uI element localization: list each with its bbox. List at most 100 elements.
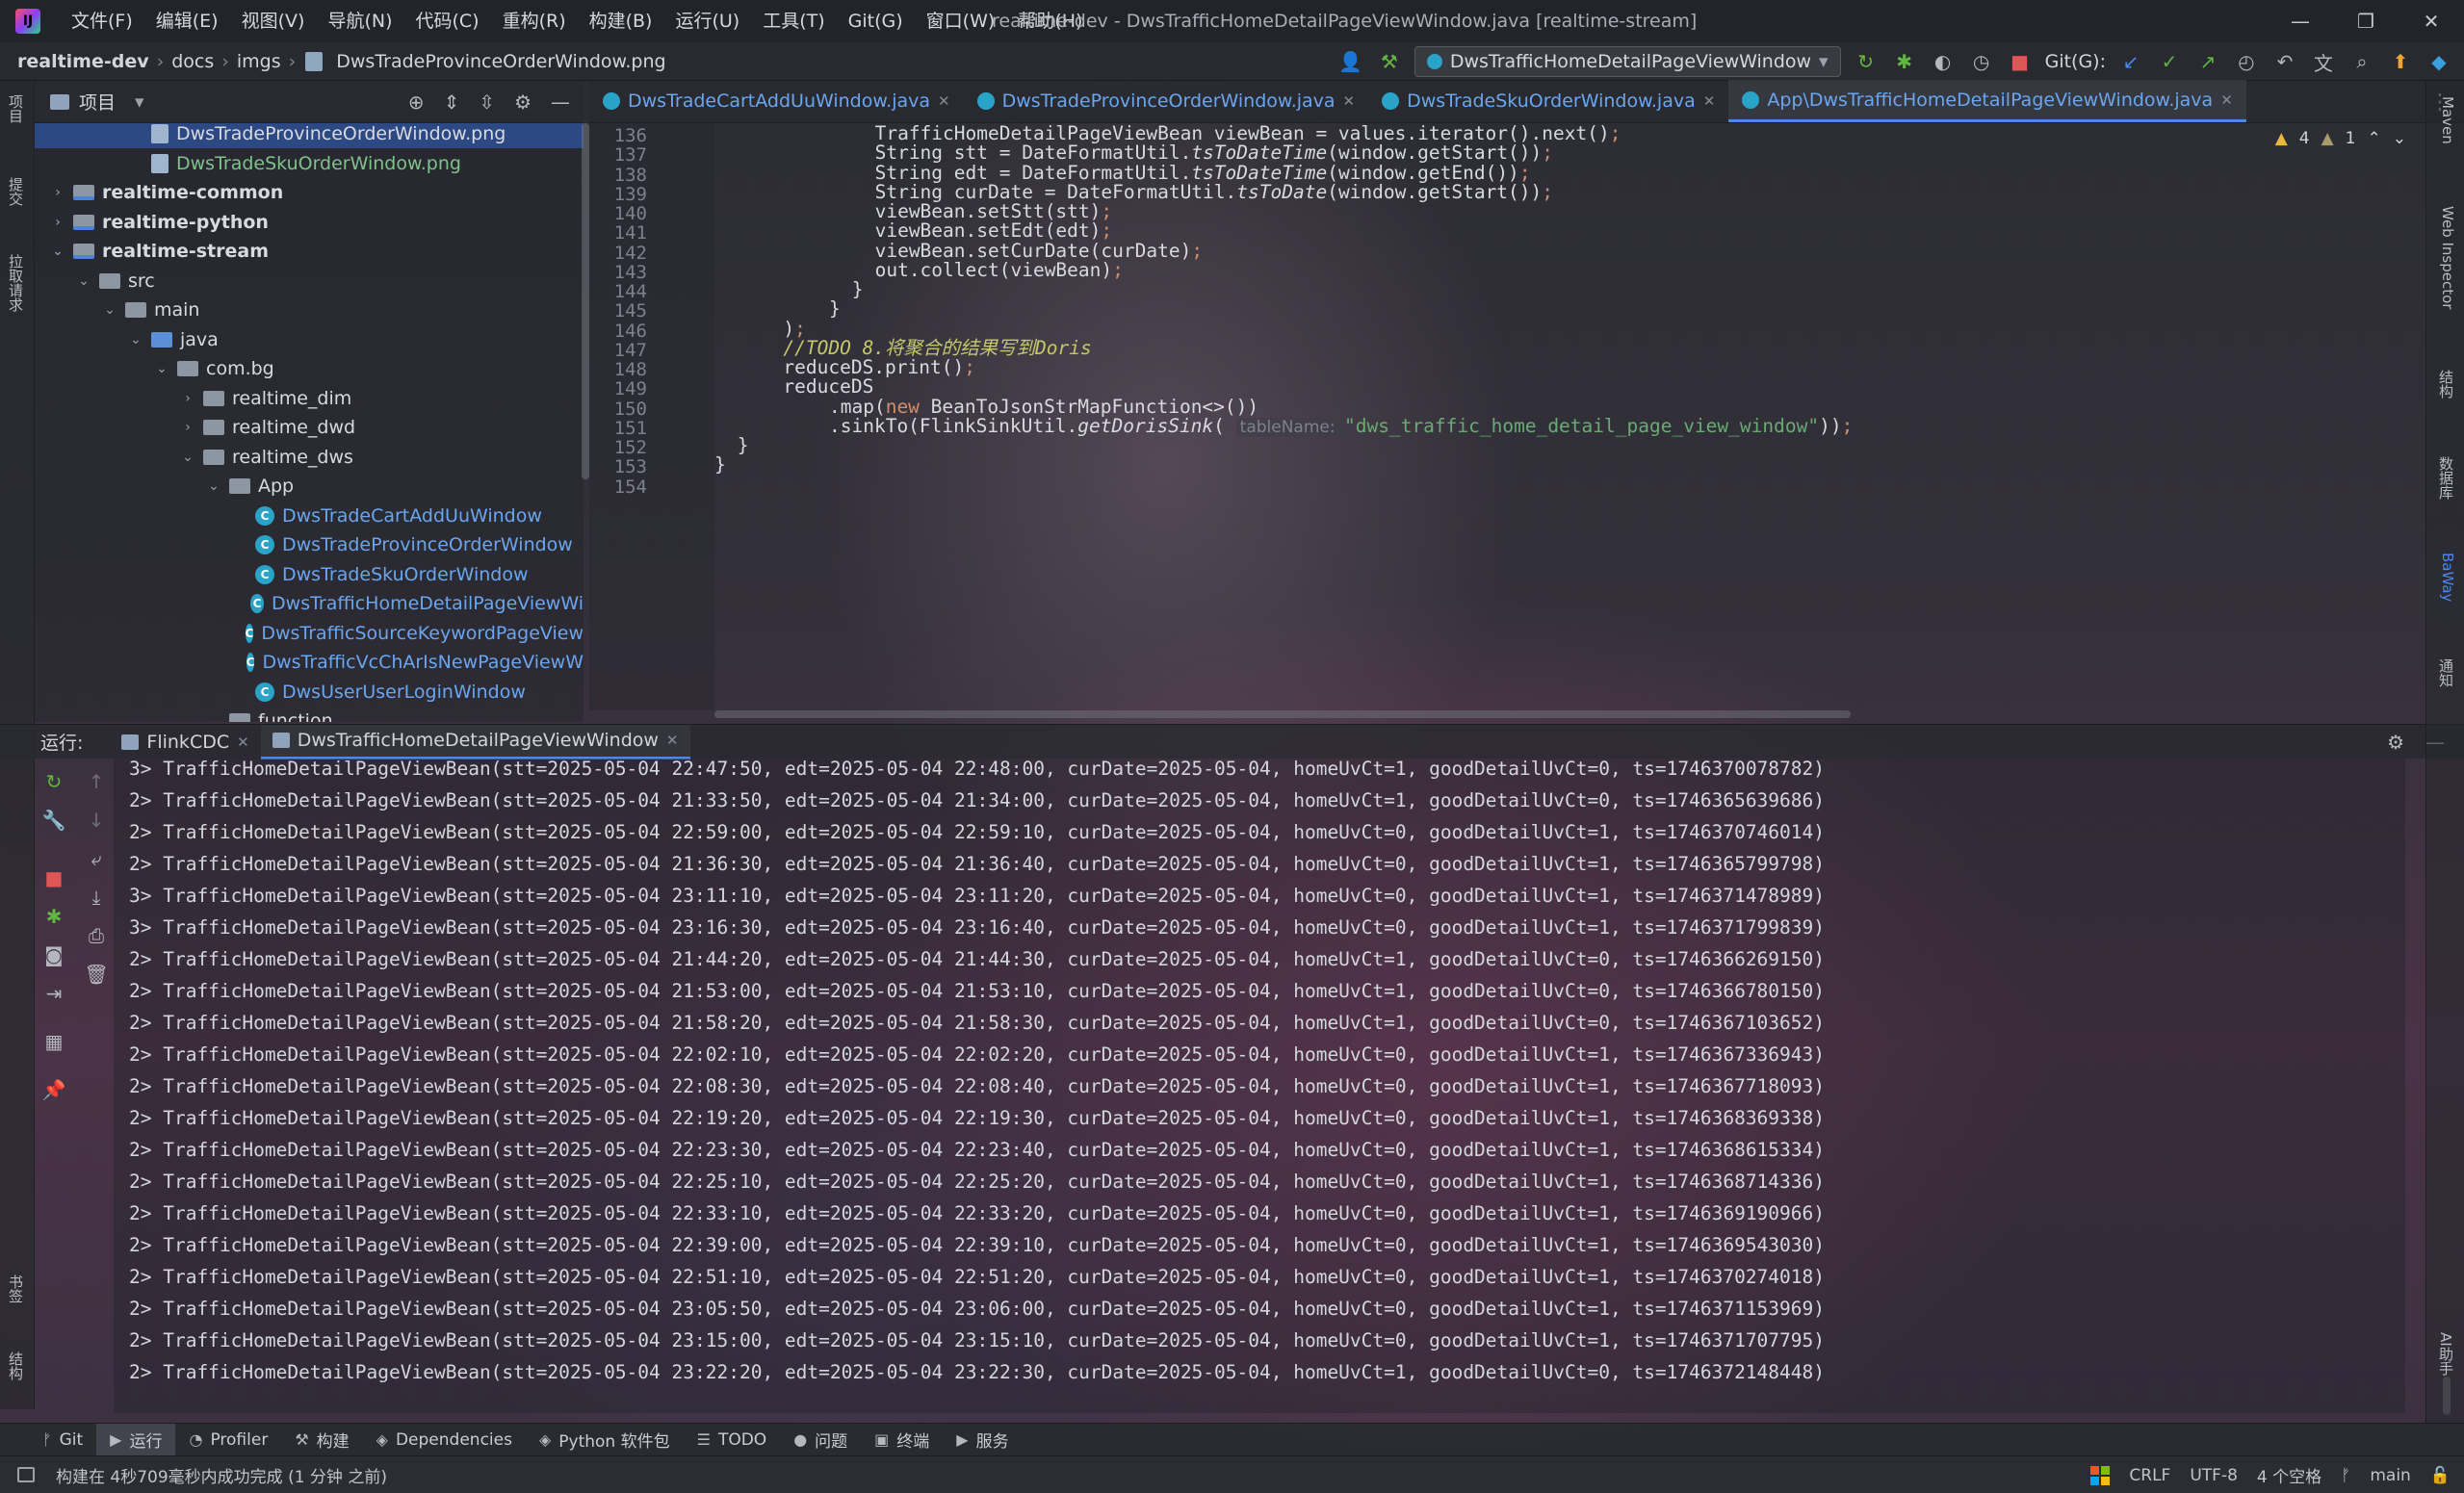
breadcrumb-project[interactable]: realtime-dev — [0, 51, 157, 72]
menu-item[interactable]: 视图(V) — [230, 0, 317, 42]
wrench-icon[interactable]: 🔧 — [42, 809, 66, 832]
tree-node[interactable]: › realtime_dim — [35, 384, 584, 413]
translate-icon[interactable]: 文 — [2310, 48, 2337, 75]
run-console[interactable]: 3> TrafficHomeDetailPageViewBean(stt=202… — [114, 759, 2405, 1413]
status-layout-icon[interactable] — [17, 1467, 35, 1482]
tree-node[interactable]: C DwsTrafficVcChArIsNewPageViewW — [35, 648, 584, 677]
strip-ai-assistant[interactable]: AI助手 — [2436, 1332, 2456, 1376]
line-separator[interactable]: CRLF — [2129, 1466, 2170, 1485]
tree-node[interactable]: ⌄ function — [35, 707, 584, 722]
tool-window-dependencies[interactable]: ◈ Dependencies — [363, 1424, 526, 1456]
chevron-down-icon[interactable]: ▾ — [135, 91, 144, 113]
chevron-down-icon[interactable]: ⌄ — [180, 450, 195, 465]
tree-node[interactable]: C DwsUserUserLoginWindow — [35, 678, 584, 707]
lock-icon[interactable]: 🔓 — [2430, 1466, 2451, 1485]
locate-icon[interactable]: ⊕ — [408, 90, 425, 114]
editor-tab[interactable]: App\DwsTrafficHomeDetailPageViewWindow.j… — [1728, 80, 2246, 122]
jetbrains-ai-icon[interactable]: ◆ — [2425, 48, 2452, 75]
strip-maven[interactable]: Maven — [2439, 96, 2456, 144]
inspection-widget[interactable]: ▲ 4 ▲ 1 ⌃ ⌄ — [2275, 129, 2406, 148]
menu-item[interactable]: 代码(C) — [403, 0, 490, 42]
close-tab-icon[interactable]: ✕ — [1343, 92, 1356, 110]
tree-node[interactable]: › realtime-common — [35, 178, 584, 207]
menu-item[interactable]: 文件(F) — [60, 0, 144, 42]
menu-item[interactable]: Git(G) — [837, 0, 915, 42]
tree-node[interactable]: C DwsTradeSkuOrderWindow — [35, 560, 584, 589]
strip-structure[interactable]: 结构 — [2436, 370, 2456, 399]
tree-node[interactable]: C DwsTrafficSourceKeywordPageView — [35, 619, 584, 648]
menu-item[interactable]: 编辑(E) — [144, 0, 230, 42]
arrow-up-icon[interactable]: ↑ — [85, 770, 108, 793]
editor-horizontal-scrollbar[interactable] — [714, 710, 1851, 718]
tree-node[interactable]: ⌄ App — [35, 472, 584, 501]
run-tab[interactable]: FlinkCDC ✕ — [110, 725, 260, 759]
exit-icon[interactable]: ⇥ — [42, 982, 65, 1005]
chevron-down-icon[interactable]: ⌄ — [206, 713, 221, 722]
tree-node[interactable]: ⌄ com.bg — [35, 354, 584, 383]
tool-window-profiler[interactable]: ◔ Profiler — [175, 1424, 281, 1456]
project-panel-title[interactable]: 项目 — [79, 89, 116, 115]
close-window-icon[interactable]: ✕ — [2399, 0, 2464, 42]
layout-icon[interactable]: ▦ — [42, 1030, 65, 1053]
arrow-down-icon[interactable]: ↓ — [85, 809, 108, 832]
strip-pull-requests[interactable]: 拉取请求 — [6, 254, 26, 312]
user-icon[interactable]: 👤 — [1337, 48, 1364, 75]
chevron-down-icon[interactable]: ⌄ — [128, 332, 143, 348]
rollback-icon[interactable]: ↶ — [2271, 48, 2298, 75]
close-tab-icon[interactable]: ✕ — [666, 732, 679, 749]
menu-item[interactable]: 构建(B) — [578, 0, 664, 42]
debug-icon[interactable]: ✱ — [1891, 48, 1918, 75]
tool-window-run[interactable]: ▶ 运行 — [96, 1423, 176, 1456]
menu-item[interactable]: 导航(N) — [316, 0, 403, 42]
status-message[interactable]: 构建在 4秒709毫秒内成功完成 (1 分钟 之前) — [56, 1463, 387, 1487]
tree-node[interactable]: C DwsTradeProvinceOrderWindow — [35, 530, 584, 559]
hide-icon[interactable]: — — [551, 90, 570, 114]
coverage-icon[interactable]: ◐ — [1930, 48, 1957, 75]
tree-node[interactable]: C DwsTradeCartAddUuWindow — [35, 502, 584, 530]
tool-window-hammer[interactable]: ⚒ 构建 — [281, 1424, 362, 1456]
close-tab-icon[interactable]: ✕ — [237, 734, 249, 751]
file-encoding[interactable]: UTF-8 — [2190, 1466, 2238, 1485]
debug-icon[interactable]: ✱ — [42, 905, 65, 928]
history-icon[interactable]: ◴ — [2233, 48, 2260, 75]
editor-tab[interactable]: DwsTradeCartAddUuWindow.java ✕ — [589, 80, 964, 122]
tree-node[interactable]: ⌄ realtime_dws — [35, 443, 584, 472]
tree-node[interactable]: ⌄ java — [35, 325, 584, 354]
chevron-right-icon[interactable]: › — [50, 215, 65, 230]
tool-window-python-packages[interactable]: ◈ Python 软件包 — [526, 1424, 684, 1456]
editor-tab[interactable]: DwsTradeProvinceOrderWindow.java ✕ — [964, 80, 1369, 122]
editor-tab[interactable]: DwsTradeSkuOrderWindow.java ✕ — [1368, 80, 1728, 122]
soft-wrap-icon[interactable]: ⤶ — [85, 847, 108, 870]
restore-icon[interactable]: ❐ — [2333, 0, 2399, 42]
tree-node[interactable]: › realtime-python — [35, 208, 584, 237]
breadcrumb-file[interactable]: DwsTradeProvinceOrderWindow.png — [328, 51, 673, 72]
tree-node[interactable]: ⌄ src — [35, 267, 584, 296]
pin-icon[interactable]: 📌 — [42, 1078, 66, 1101]
run-configuration-select[interactable]: DwsTrafficHomeDetailPageViewWindow ▾ — [1414, 46, 1841, 77]
collapse-all-icon[interactable]: ⇳ — [479, 90, 495, 114]
close-tab-icon[interactable]: ✕ — [1703, 92, 1716, 110]
tool-window-problems[interactable]: ● 问题 — [780, 1424, 861, 1456]
rerun-icon[interactable]: ↻ — [42, 770, 65, 793]
chevron-down-icon[interactable]: ⌄ — [2393, 129, 2406, 148]
breadcrumb-imgs[interactable]: imgs — [229, 51, 289, 72]
chevron-right-icon[interactable]: › — [50, 185, 65, 200]
tree-node[interactable]: DwsTradeSkuOrderWindow.png — [35, 149, 584, 178]
chevron-down-icon[interactable]: ⌄ — [50, 244, 65, 259]
trash-icon[interactable]: 🗑 — [84, 963, 108, 986]
stop-icon[interactable]: ■ — [2007, 48, 2034, 75]
rerun-icon[interactable]: ↻ — [1853, 48, 1880, 75]
minimize-icon[interactable]: — — [2268, 0, 2333, 42]
gear-icon[interactable]: ⚙ — [2387, 731, 2404, 754]
chevron-down-icon[interactable]: ⌄ — [76, 273, 91, 289]
menu-item[interactable]: 运行(U) — [663, 0, 751, 42]
indent-setting[interactable]: 4 个空格 — [2257, 1463, 2321, 1487]
intellij-logo-icon[interactable]: IJ — [15, 9, 40, 34]
chevron-down-icon[interactable]: ⌄ — [206, 478, 221, 494]
scroll-to-end-icon[interactable]: ⤓ — [85, 886, 108, 909]
tree-node[interactable]: C DwsTrafficHomeDetailPageViewWi — [35, 589, 584, 618]
gear-icon[interactable]: ⚙ — [514, 90, 532, 114]
search-icon[interactable]: ⌕ — [2348, 48, 2375, 75]
chevron-right-icon[interactable]: › — [180, 420, 195, 435]
strip-commit[interactable]: 提交 — [6, 177, 26, 206]
